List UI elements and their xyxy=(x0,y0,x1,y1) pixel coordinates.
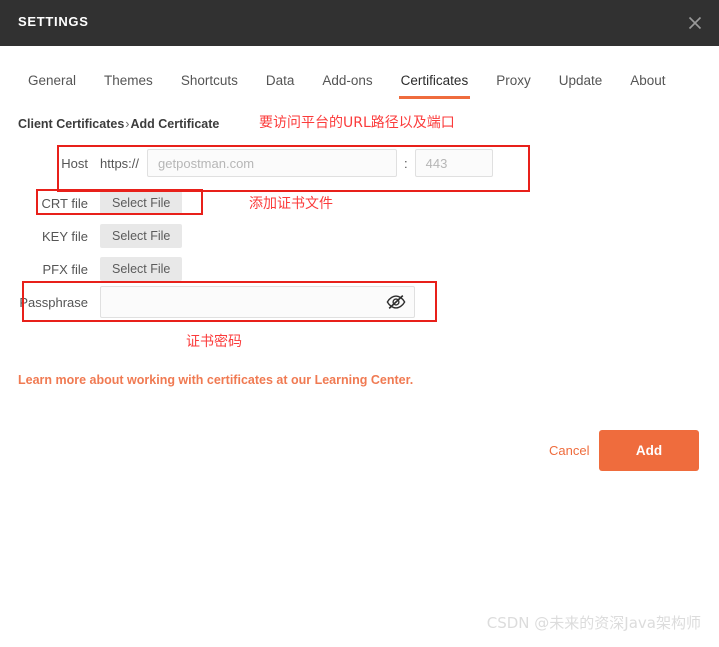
crt-select-file-button[interactable]: Select File xyxy=(100,191,183,215)
close-icon[interactable] xyxy=(681,10,709,36)
port-input[interactable]: 443 xyxy=(414,149,493,177)
host-port-colon: : xyxy=(404,155,408,171)
host-row: Host https:// getpostman.com : 443 xyxy=(18,149,493,177)
settings-tabbar: General Themes Shortcuts Data Add-ons Certifi… xyxy=(0,46,719,100)
learning-center-link[interactable]: Learn more about working with certificat… xyxy=(18,373,413,387)
host-scheme: https:// xyxy=(100,155,140,171)
pfx-file-row: PFX file Select File xyxy=(18,257,183,281)
tab-certificates[interactable]: Certificates xyxy=(387,46,483,99)
pfx-file-label: PFX file xyxy=(42,261,88,277)
breadcrumb: Client Certificates›Add Certificate xyxy=(18,117,219,131)
tab-proxy[interactable]: Proxy xyxy=(482,46,545,99)
eye-slash-icon[interactable] xyxy=(386,294,406,310)
tab-data[interactable]: Data xyxy=(252,46,309,99)
window-titlebar: SETTINGS xyxy=(0,0,719,46)
eye-slash-icon-glyph xyxy=(386,295,406,309)
passphrase-input[interactable] xyxy=(100,286,415,318)
tab-list: General Themes Shortcuts Data Add-ons Certifi… xyxy=(14,46,680,99)
key-file-row: KEY file Select File xyxy=(18,224,183,248)
crt-file-label: CRT file xyxy=(41,195,88,211)
tab-about[interactable]: About xyxy=(616,46,679,99)
annotation-text-0: 要访问平台的URL路径以及端口 xyxy=(259,115,455,131)
passphrase-label: Passphrase xyxy=(19,294,88,310)
pfx-select-file-button[interactable]: Select File xyxy=(100,257,183,281)
cancel-button[interactable]: Cancel xyxy=(549,443,589,458)
tab-add-ons[interactable]: Add-ons xyxy=(308,46,386,99)
key-select-file-button[interactable]: Select File xyxy=(100,224,183,248)
annotation-text-1: 添加证书文件 xyxy=(249,196,333,212)
close-icon-glyph xyxy=(688,16,702,30)
host-label: Host xyxy=(61,155,88,171)
breadcrumb-current: Add Certificate xyxy=(130,117,220,131)
passphrase-row: Passphrase xyxy=(18,286,415,318)
tab-shortcuts[interactable]: Shortcuts xyxy=(167,46,252,99)
tab-general[interactable]: General xyxy=(14,46,90,99)
breadcrumb-root[interactable]: Client Certificates xyxy=(18,117,124,131)
crt-file-row: CRT file Select File xyxy=(18,191,183,215)
window-title: SETTINGS xyxy=(18,14,89,29)
tab-update[interactable]: Update xyxy=(545,46,617,99)
csdn-watermark: CSDN @未来的资深Java架构师 xyxy=(486,614,701,632)
annotation-text-2: 证书密码 xyxy=(186,334,242,350)
add-button[interactable]: Add xyxy=(599,430,699,471)
certificates-panel: Client Certificates›Add Certificate Host… xyxy=(0,99,719,647)
tab-themes[interactable]: Themes xyxy=(90,46,167,99)
host-input[interactable]: getpostman.com xyxy=(147,149,398,177)
key-file-label: KEY file xyxy=(41,228,88,244)
